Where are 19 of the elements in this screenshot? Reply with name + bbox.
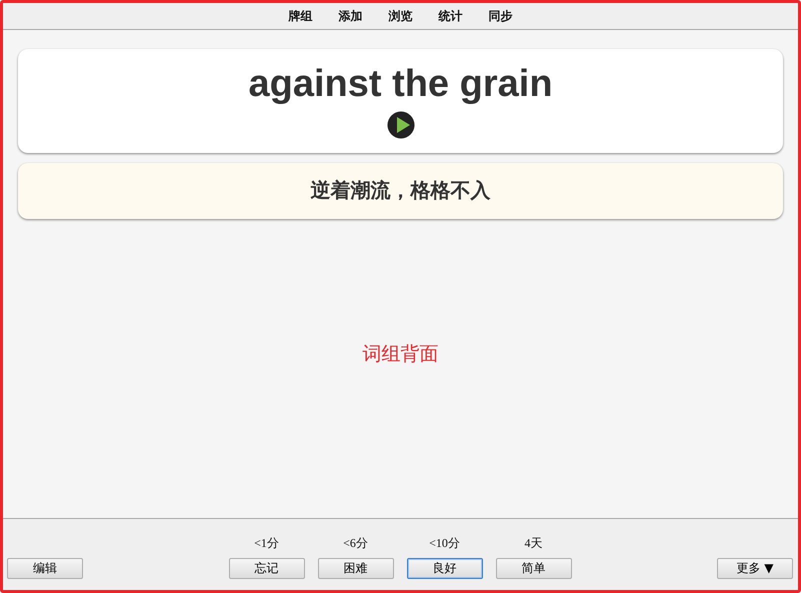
interval-label: <1分 <box>254 535 279 552</box>
card-type-label: 词组背面 <box>362 342 438 367</box>
answer-button[interactable]: 忘记 <box>228 558 304 579</box>
answer-button[interactable]: 良好 <box>406 558 482 579</box>
menu-link[interactable]: 统计 <box>426 8 476 24</box>
play-icon[interactable] <box>386 111 414 139</box>
menu-link[interactable]: 牌组 <box>276 8 326 24</box>
menu-link[interactable]: 添加 <box>326 8 376 24</box>
card-front-text: against the grain <box>248 62 553 107</box>
menu-link[interactable]: 浏览 <box>376 8 426 24</box>
answer-button[interactable]: 简单 <box>496 558 572 579</box>
interval-label: <10分 <box>429 535 460 552</box>
answer-button[interactable]: 困难 <box>318 558 394 579</box>
card-back-text: 逆着潮流，格格不入 <box>310 177 490 204</box>
menu-link[interactable]: 同步 <box>476 8 526 24</box>
edit-button[interactable]: 编辑 <box>7 558 83 579</box>
interval-label: <6分 <box>343 535 368 552</box>
interval-label: 4天 <box>524 535 542 552</box>
more-button[interactable]: 更多 ▼ <box>717 558 793 579</box>
